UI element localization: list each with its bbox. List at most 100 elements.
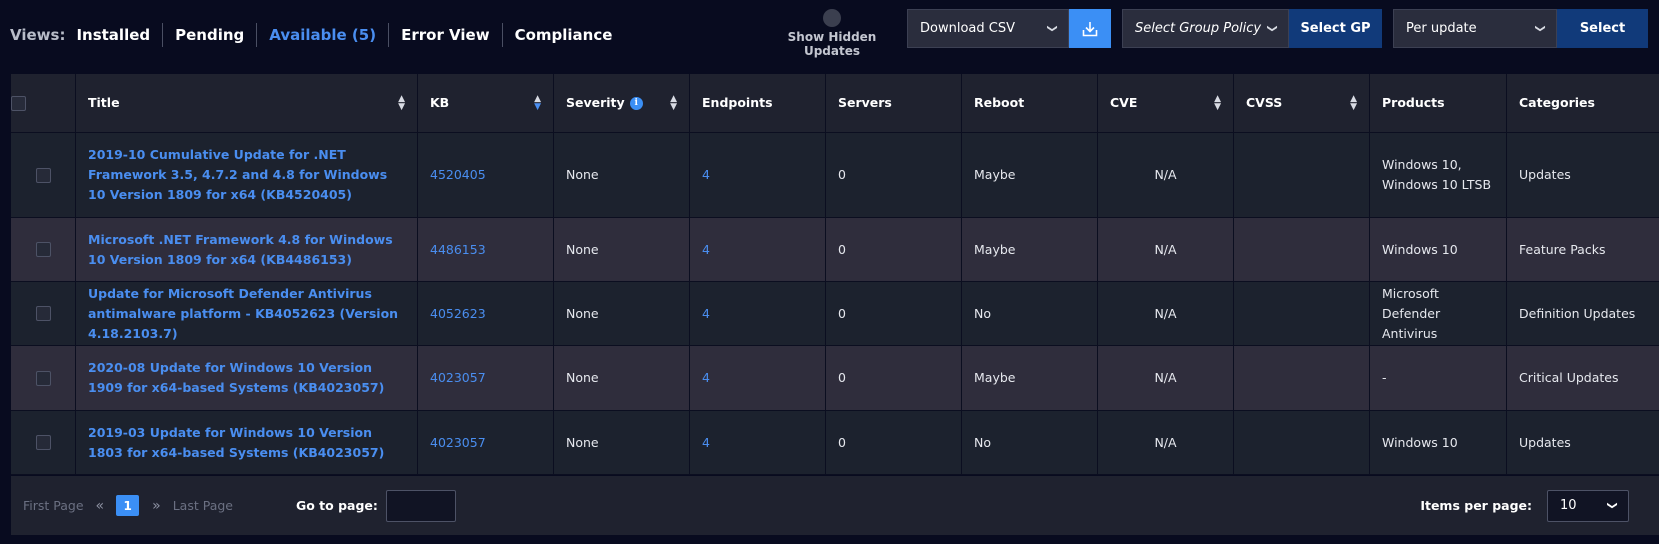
select-all-checkbox[interactable] bbox=[11, 95, 26, 111]
reboot-cell: Maybe bbox=[962, 133, 1098, 217]
header-endpoints-label: Endpoints bbox=[702, 95, 773, 110]
header-categories-label: Categories bbox=[1519, 95, 1595, 110]
row-checkbox[interactable] bbox=[35, 242, 51, 257]
cve-cell: N/A bbox=[1098, 218, 1234, 281]
cvss-cell bbox=[1234, 282, 1370, 345]
header-severity[interactable]: Severity i ▲ ▼ bbox=[554, 74, 690, 132]
table-row: Microsoft .NET Framework 4.8 for Windows… bbox=[11, 218, 1659, 282]
top-bar: Views: Installed Pending Available (5) E… bbox=[0, 0, 1659, 68]
endpoints-link[interactable]: 4 bbox=[702, 165, 710, 185]
tab-compliance[interactable]: Compliance bbox=[503, 24, 625, 46]
servers-cell: 0 bbox=[826, 282, 962, 345]
row-checkbox[interactable] bbox=[35, 370, 51, 386]
first-page-link[interactable]: First Page bbox=[23, 498, 84, 513]
select-button[interactable]: Select bbox=[1557, 9, 1648, 48]
kb-link[interactable]: 4023057 bbox=[430, 433, 486, 453]
update-title-link[interactable]: 2019-10 Cumulative Update for .NET Frame… bbox=[88, 145, 405, 205]
sort-arrows-icon[interactable]: ▲ ▼ bbox=[1214, 95, 1221, 112]
kb-link[interactable]: 4486153 bbox=[430, 240, 486, 260]
servers-cell: 0 bbox=[826, 346, 962, 410]
group-policy-select[interactable]: Select Group Policy ❯ bbox=[1122, 9, 1289, 48]
title-cell: Microsoft .NET Framework 4.8 for Windows… bbox=[76, 218, 418, 281]
endpoints-link[interactable]: 4 bbox=[702, 240, 710, 260]
kb-link[interactable]: 4520405 bbox=[430, 165, 486, 185]
tab-pending[interactable]: Pending bbox=[163, 24, 256, 46]
sort-arrows-icon[interactable]: ▲ ▼ bbox=[398, 95, 405, 112]
sort-arrows-icon[interactable]: ▲ ▼ bbox=[670, 95, 677, 112]
servers-cell: 0 bbox=[826, 411, 962, 474]
cvss-cell bbox=[1234, 411, 1370, 474]
download-tray-icon bbox=[1082, 21, 1098, 36]
double-chevron-right-icon[interactable]: » bbox=[152, 498, 161, 514]
row-select-cell bbox=[11, 282, 76, 345]
header-title[interactable]: Title ▲ ▼ bbox=[76, 74, 418, 132]
endpoints-link[interactable]: 4 bbox=[702, 368, 710, 388]
endpoints-cell: 4 bbox=[690, 218, 826, 281]
table-row: 2019-03 Update for Windows 10 Version 18… bbox=[11, 411, 1659, 475]
header-cve[interactable]: CVE ▲ ▼ bbox=[1098, 74, 1234, 132]
cvss-cell bbox=[1234, 346, 1370, 410]
row-checkbox[interactable] bbox=[35, 435, 51, 450]
show-hidden-updates-toggle[interactable]: Show Hidden Updates bbox=[767, 8, 897, 58]
select-gp-button[interactable]: Select GP bbox=[1289, 9, 1382, 48]
chevron-down-icon: ❯ bbox=[1534, 24, 1546, 33]
update-title-link[interactable]: Update for Microsoft Defender Antivirus … bbox=[88, 284, 405, 344]
download-csv-select-value: Download CSV bbox=[920, 21, 1015, 36]
header-endpoints: Endpoints bbox=[690, 74, 826, 132]
header-kb[interactable]: KB ▲ ▼ bbox=[418, 74, 554, 132]
double-chevron-left-icon[interactable]: « bbox=[96, 498, 105, 514]
header-reboot: Reboot bbox=[962, 74, 1098, 132]
endpoints-cell: 4 bbox=[690, 411, 826, 474]
kb-cell: 4520405 bbox=[418, 133, 554, 217]
row-checkbox[interactable] bbox=[35, 306, 51, 321]
reboot-cell: Maybe bbox=[962, 218, 1098, 281]
kb-link[interactable]: 4023057 bbox=[430, 368, 486, 388]
sort-arrows-icon[interactable]: ▲ ▼ bbox=[534, 95, 541, 112]
sort-arrows-icon[interactable]: ▲ ▼ bbox=[1350, 95, 1357, 112]
kb-cell: 4486153 bbox=[418, 218, 554, 281]
tab-error-view[interactable]: Error View bbox=[389, 24, 501, 46]
download-csv-select[interactable]: Download CSV ❯ bbox=[907, 9, 1069, 48]
update-title-link[interactable]: 2019-03 Update for Windows 10 Version 18… bbox=[88, 423, 405, 463]
endpoints-cell: 4 bbox=[690, 346, 826, 410]
header-cve-label: CVE bbox=[1110, 95, 1138, 110]
endpoints-cell: 4 bbox=[690, 282, 826, 345]
chevron-down-icon: ❯ bbox=[1606, 501, 1618, 510]
per-update-control: Per update ❯ Select bbox=[1393, 9, 1648, 48]
products-cell: - bbox=[1370, 346, 1507, 410]
go-to-page-input[interactable] bbox=[385, 489, 456, 522]
header-select-cell bbox=[11, 74, 76, 132]
categories-cell: Definition Updates bbox=[1519, 305, 1636, 321]
update-title-link[interactable]: 2020-08 Update for Windows 10 Version 19… bbox=[88, 358, 405, 398]
header-cvss[interactable]: CVSS ▲ ▼ bbox=[1234, 74, 1370, 132]
table-row: 2019-10 Cumulative Update for .NET Frame… bbox=[11, 133, 1659, 218]
toggle-knob[interactable] bbox=[823, 9, 841, 27]
cve-cell: N/A bbox=[1098, 411, 1234, 474]
cvss-cell bbox=[1234, 218, 1370, 281]
download-button[interactable] bbox=[1069, 9, 1111, 48]
severity-cell: None bbox=[554, 411, 690, 474]
severity-cell: None bbox=[554, 346, 690, 410]
reboot-cell: No bbox=[962, 282, 1098, 345]
go-to-page-label: Go to page: bbox=[295, 498, 378, 513]
row-select-cell bbox=[11, 218, 76, 281]
per-update-select[interactable]: Per update ❯ bbox=[1393, 9, 1557, 48]
endpoints-link[interactable]: 4 bbox=[702, 304, 710, 324]
group-policy-select-placeholder: Select Group Policy bbox=[1135, 21, 1262, 36]
per-update-select-value: Per update bbox=[1406, 21, 1477, 36]
header-severity-label: Severity bbox=[566, 95, 625, 110]
title-cell: Update for Microsoft Defender Antivirus … bbox=[76, 282, 418, 345]
endpoints-link[interactable]: 4 bbox=[702, 433, 710, 453]
update-title-link[interactable]: Microsoft .NET Framework 4.8 for Windows… bbox=[88, 230, 405, 270]
last-page-link[interactable]: Last Page bbox=[173, 498, 233, 513]
header-reboot-label: Reboot bbox=[974, 95, 1025, 110]
page-number-button[interactable]: 1 bbox=[116, 495, 140, 516]
reboot-cell: No bbox=[962, 411, 1098, 474]
row-select-cell bbox=[11, 411, 76, 474]
tab-installed[interactable]: Installed bbox=[76, 24, 162, 46]
info-icon[interactable]: i bbox=[629, 96, 643, 110]
kb-link[interactable]: 4052623 bbox=[430, 304, 486, 324]
row-checkbox[interactable] bbox=[35, 167, 51, 183]
tab-available[interactable]: Available (5) bbox=[257, 24, 388, 46]
items-per-page-select[interactable]: 10 ❯ bbox=[1547, 489, 1629, 522]
